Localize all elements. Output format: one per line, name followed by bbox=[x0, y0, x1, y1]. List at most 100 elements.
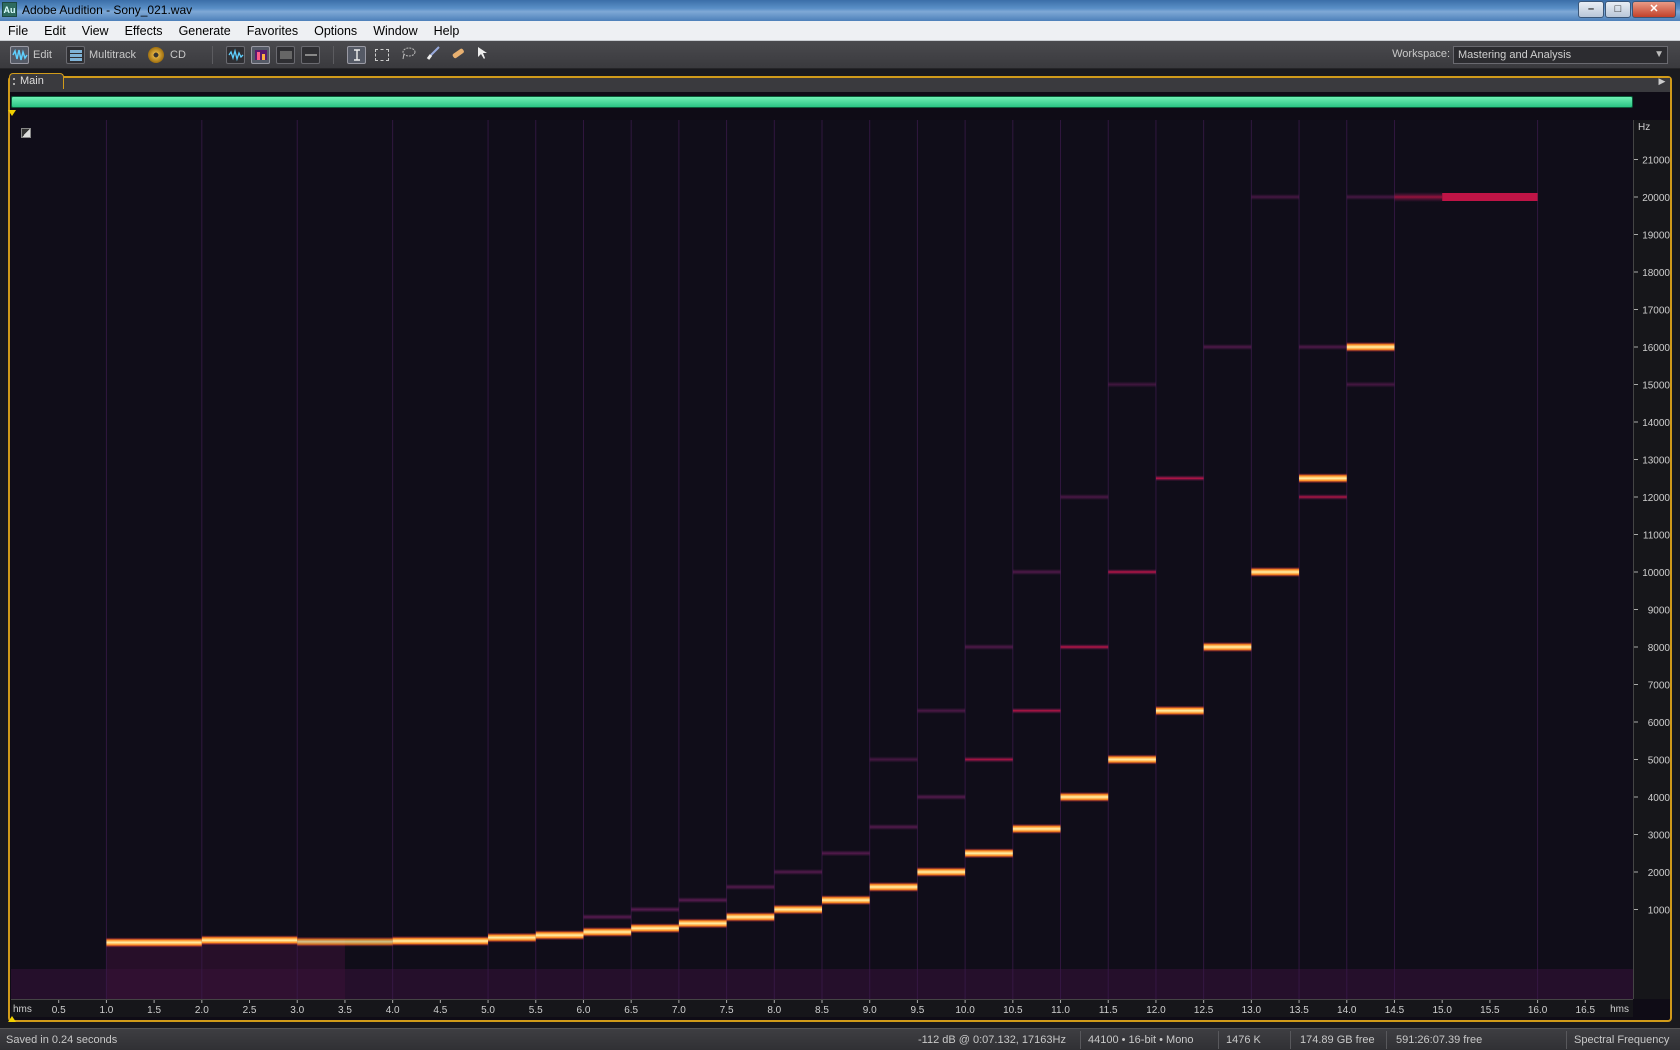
move-tool[interactable] bbox=[472, 45, 491, 64]
spot-healing-tool[interactable] bbox=[447, 45, 466, 64]
menu-favorites[interactable]: Favorites bbox=[239, 24, 306, 38]
time-ruler[interactable]: hms hms 0.5 1.0 1.5 2.0 2.5 3.0 3.5 4.0 4.5 5.0 5.5 6… bbox=[11, 999, 1633, 1017]
spot-healing-icon bbox=[450, 46, 466, 63]
freq-tick-label: 2000 bbox=[1648, 868, 1671, 879]
close-button[interactable]: ✕ bbox=[1632, 1, 1676, 18]
audio-format: 44100 • 16-bit • Mono bbox=[1088, 1034, 1194, 1046]
tone-line bbox=[1251, 567, 1300, 577]
time-tick-label: 5.5 bbox=[529, 1005, 543, 1016]
freq-tick-label: 5000 bbox=[1648, 756, 1671, 767]
harmonic-line bbox=[1012, 707, 1061, 714]
spectral-display[interactable] bbox=[11, 120, 1633, 999]
playhead-top-marker[interactable] bbox=[8, 110, 16, 116]
time-tick-label: 13.0 bbox=[1242, 1005, 1262, 1016]
disk-free: 174.89 GB free bbox=[1300, 1034, 1375, 1046]
freq-tick-label: 13000 bbox=[1642, 456, 1670, 467]
freq-tick-label: 14000 bbox=[1642, 418, 1670, 429]
harmonic-line bbox=[1203, 344, 1252, 350]
time-tick-label: 0.5 bbox=[52, 1005, 66, 1016]
harmonic-line bbox=[1155, 475, 1204, 482]
tone-line bbox=[917, 867, 966, 877]
pan-display-icon bbox=[276, 45, 295, 64]
minimize-button[interactable]: – bbox=[1578, 1, 1604, 18]
phase-display-button[interactable] bbox=[301, 45, 324, 64]
marquee-tool[interactable] bbox=[372, 45, 389, 64]
tone-line bbox=[774, 904, 822, 915]
time-tick-label: 8.5 bbox=[815, 1005, 829, 1016]
freq-tick-label: 10000 bbox=[1642, 568, 1670, 579]
window-title: Adobe Audition - Sony_021.wav bbox=[22, 3, 193, 17]
harmonic-line bbox=[1299, 494, 1347, 500]
view-mode[interactable]: Spectral Frequency bbox=[1574, 1034, 1669, 1046]
menu-effects[interactable]: Effects bbox=[117, 24, 171, 38]
overview-bar[interactable] bbox=[11, 96, 1633, 108]
waveform-display-button[interactable] bbox=[226, 45, 249, 64]
tab-main[interactable]: Main bbox=[9, 73, 64, 89]
menu-view[interactable]: View bbox=[74, 24, 117, 38]
menu-file[interactable]: File bbox=[0, 24, 36, 38]
time-unit-label: hms bbox=[13, 1004, 32, 1015]
freq-tick-label: 1000 bbox=[1648, 906, 1671, 917]
playhead-bottom-marker[interactable] bbox=[8, 1016, 16, 1022]
freq-tick-label: 4000 bbox=[1648, 793, 1671, 804]
tone-line bbox=[1155, 705, 1204, 716]
multitrack-icon bbox=[66, 45, 85, 64]
edit-view-button[interactable]: Edit bbox=[10, 45, 52, 64]
time-tick-label: 2.5 bbox=[243, 1005, 257, 1016]
freq-tick-label: 12000 bbox=[1642, 493, 1670, 504]
spectral-display-button[interactable] bbox=[251, 45, 274, 64]
tone-line bbox=[1203, 642, 1252, 652]
freq-tick-label: 21000 bbox=[1642, 156, 1670, 167]
lasso-tool[interactable] bbox=[397, 45, 416, 64]
tone-line bbox=[392, 936, 489, 946]
menu-window[interactable]: Window bbox=[365, 24, 425, 38]
freq-tick-label: 6000 bbox=[1648, 718, 1671, 729]
time-tick-label: 1.5 bbox=[147, 1005, 161, 1016]
menu-options[interactable]: Options bbox=[306, 24, 365, 38]
freq-unit-label: Hz bbox=[1638, 122, 1650, 133]
chevron-down-icon: ▼ bbox=[1654, 49, 1664, 60]
multitrack-view-button[interactable]: Multitrack bbox=[66, 45, 136, 64]
menu-edit[interactable]: Edit bbox=[36, 24, 74, 38]
harmonic-line bbox=[1012, 569, 1061, 575]
freq-tick-label: 16000 bbox=[1642, 343, 1670, 354]
harmonic-line bbox=[1108, 569, 1156, 575]
harmonic-line bbox=[917, 707, 966, 714]
time-tick-label: 2.0 bbox=[195, 1005, 209, 1016]
zoom-toggle-icon[interactable] bbox=[21, 128, 31, 138]
lasso-icon bbox=[400, 46, 416, 63]
tone-line bbox=[726, 912, 775, 922]
cd-view-label: CD bbox=[170, 48, 186, 61]
time-selection-tool[interactable] bbox=[347, 45, 370, 64]
audition-app-icon[interactable]: Au bbox=[2, 2, 17, 17]
time-tick-label: 15.0 bbox=[1432, 1005, 1452, 1016]
tone-line bbox=[678, 918, 727, 929]
time-tick-label: 6.0 bbox=[577, 1005, 591, 1016]
brush-tool[interactable] bbox=[422, 45, 441, 64]
menu-generate[interactable]: Generate bbox=[171, 24, 239, 38]
time-tick-label: 8.0 bbox=[767, 1005, 781, 1016]
harmonic-line bbox=[1251, 194, 1300, 200]
time-tick-label: 9.5 bbox=[910, 1005, 924, 1016]
brush-icon bbox=[425, 46, 441, 63]
freq-tick-label: 3000 bbox=[1648, 831, 1671, 842]
panel-grip-icon[interactable] bbox=[13, 78, 17, 85]
harmonic-line bbox=[917, 794, 966, 800]
menu-help[interactable]: Help bbox=[426, 24, 468, 38]
workspace-value: Mastering and Analysis bbox=[1458, 49, 1572, 61]
tone-line bbox=[965, 848, 1013, 859]
freq-tick-label: 11000 bbox=[1643, 531, 1671, 542]
panel-menu-icon[interactable]: ▶ bbox=[1654, 76, 1670, 88]
maximize-button[interactable]: □ bbox=[1605, 1, 1631, 18]
harmonic-line bbox=[965, 756, 1013, 763]
time-unit-label: hms bbox=[1610, 1004, 1629, 1015]
cd-view-button[interactable]: CD bbox=[148, 45, 186, 64]
harmonic-line bbox=[1060, 494, 1109, 500]
workspace-dropdown[interactable]: Mastering and Analysis ▼ bbox=[1453, 46, 1668, 64]
frequency-ruler[interactable]: Hz 21000 20000 19000 18000 17000 16000 15000 140… bbox=[1633, 120, 1670, 999]
time-tick-label: 4.0 bbox=[386, 1005, 400, 1016]
time-tick-label: 11.5 bbox=[1099, 1005, 1118, 1016]
time-free: 591:26:07.39 free bbox=[1396, 1034, 1483, 1046]
edit-view-label: Edit bbox=[33, 48, 52, 61]
pan-display-button[interactable] bbox=[276, 45, 299, 64]
